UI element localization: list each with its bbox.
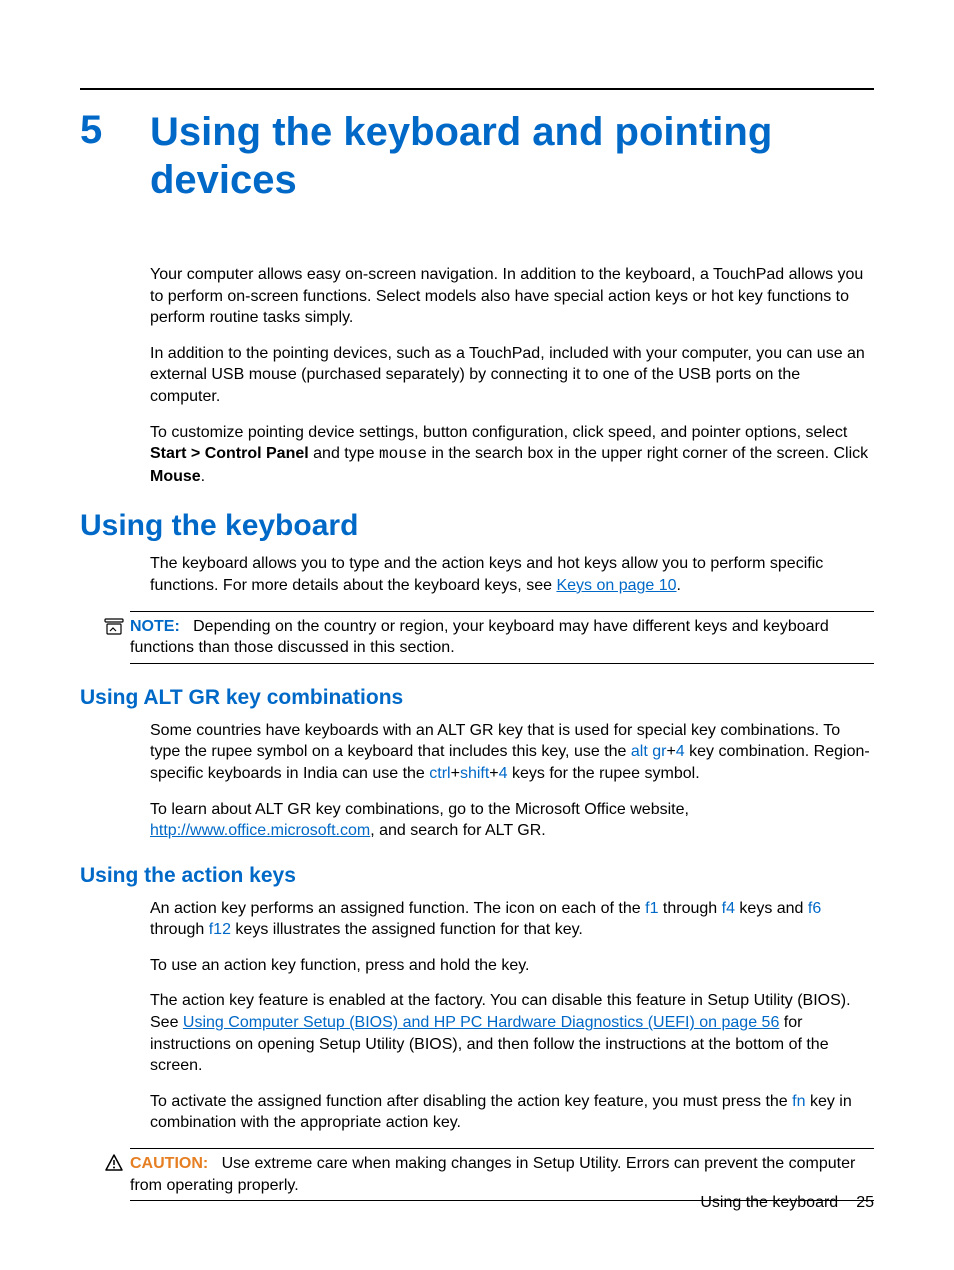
section-heading-altgr: Using ALT GR key combinations xyxy=(80,686,874,710)
footer-section: Using the keyboard xyxy=(700,1194,838,1211)
intro-p1: Your computer allows easy on-screen navi… xyxy=(150,264,874,329)
section-heading-using-keyboard: Using the keyboard xyxy=(80,509,874,543)
chapter-title: Using the keyboard and pointing devices xyxy=(150,108,874,204)
link-bios-uefi[interactable]: Using Computer Setup (BIOS) and HP PC Ha… xyxy=(183,1014,779,1031)
section1-p1: The keyboard allows you to type and the … xyxy=(150,553,874,596)
intro-block: Your computer allows easy on-screen navi… xyxy=(150,264,874,487)
section3-p4: To activate the assigned function after … xyxy=(150,1091,874,1134)
chapter-number: 5 xyxy=(80,108,150,152)
note-icon xyxy=(104,616,124,636)
section3-p1: An action key performs an assigned funct… xyxy=(150,898,874,941)
chapter-rule xyxy=(80,88,874,90)
section1-body: The keyboard allows you to type and the … xyxy=(150,553,874,596)
section-heading-action-keys: Using the action keys xyxy=(80,864,874,888)
intro-p3: To customize pointing device settings, b… xyxy=(150,422,874,488)
caution-icon xyxy=(104,1153,124,1173)
page-footer: Using the keyboard 25 xyxy=(700,1194,874,1212)
chapter-header: 5 Using the keyboard and pointing device… xyxy=(80,108,874,204)
link-office-microsoft[interactable]: http://www.office.microsoft.com xyxy=(150,822,370,839)
section2-body: Some countries have keyboards with an AL… xyxy=(150,720,874,842)
link-keys-page-10[interactable]: Keys on page 10 xyxy=(556,577,676,594)
caution-label: CAUTION: xyxy=(130,1155,208,1172)
note-block: NOTE: Depending on the country or region… xyxy=(130,611,874,664)
intro-p2: In addition to the pointing devices, suc… xyxy=(150,343,874,408)
section2-p1: Some countries have keyboards with an AL… xyxy=(150,720,874,785)
section3-p2: To use an action key function, press and… xyxy=(150,955,874,977)
note-text: Depending on the country or region, your… xyxy=(130,618,829,657)
note-label: NOTE: xyxy=(130,618,180,635)
section3-body: An action key performs an assigned funct… xyxy=(150,898,874,1134)
section2-p2: To learn about ALT GR key combinations, … xyxy=(150,799,874,842)
section3-p3: The action key feature is enabled at the… xyxy=(150,990,874,1076)
caution-text: Use extreme care when making changes in … xyxy=(130,1155,855,1194)
footer-page-number: 25 xyxy=(856,1194,874,1211)
document-page: 5 Using the keyboard and pointing device… xyxy=(0,0,954,1270)
